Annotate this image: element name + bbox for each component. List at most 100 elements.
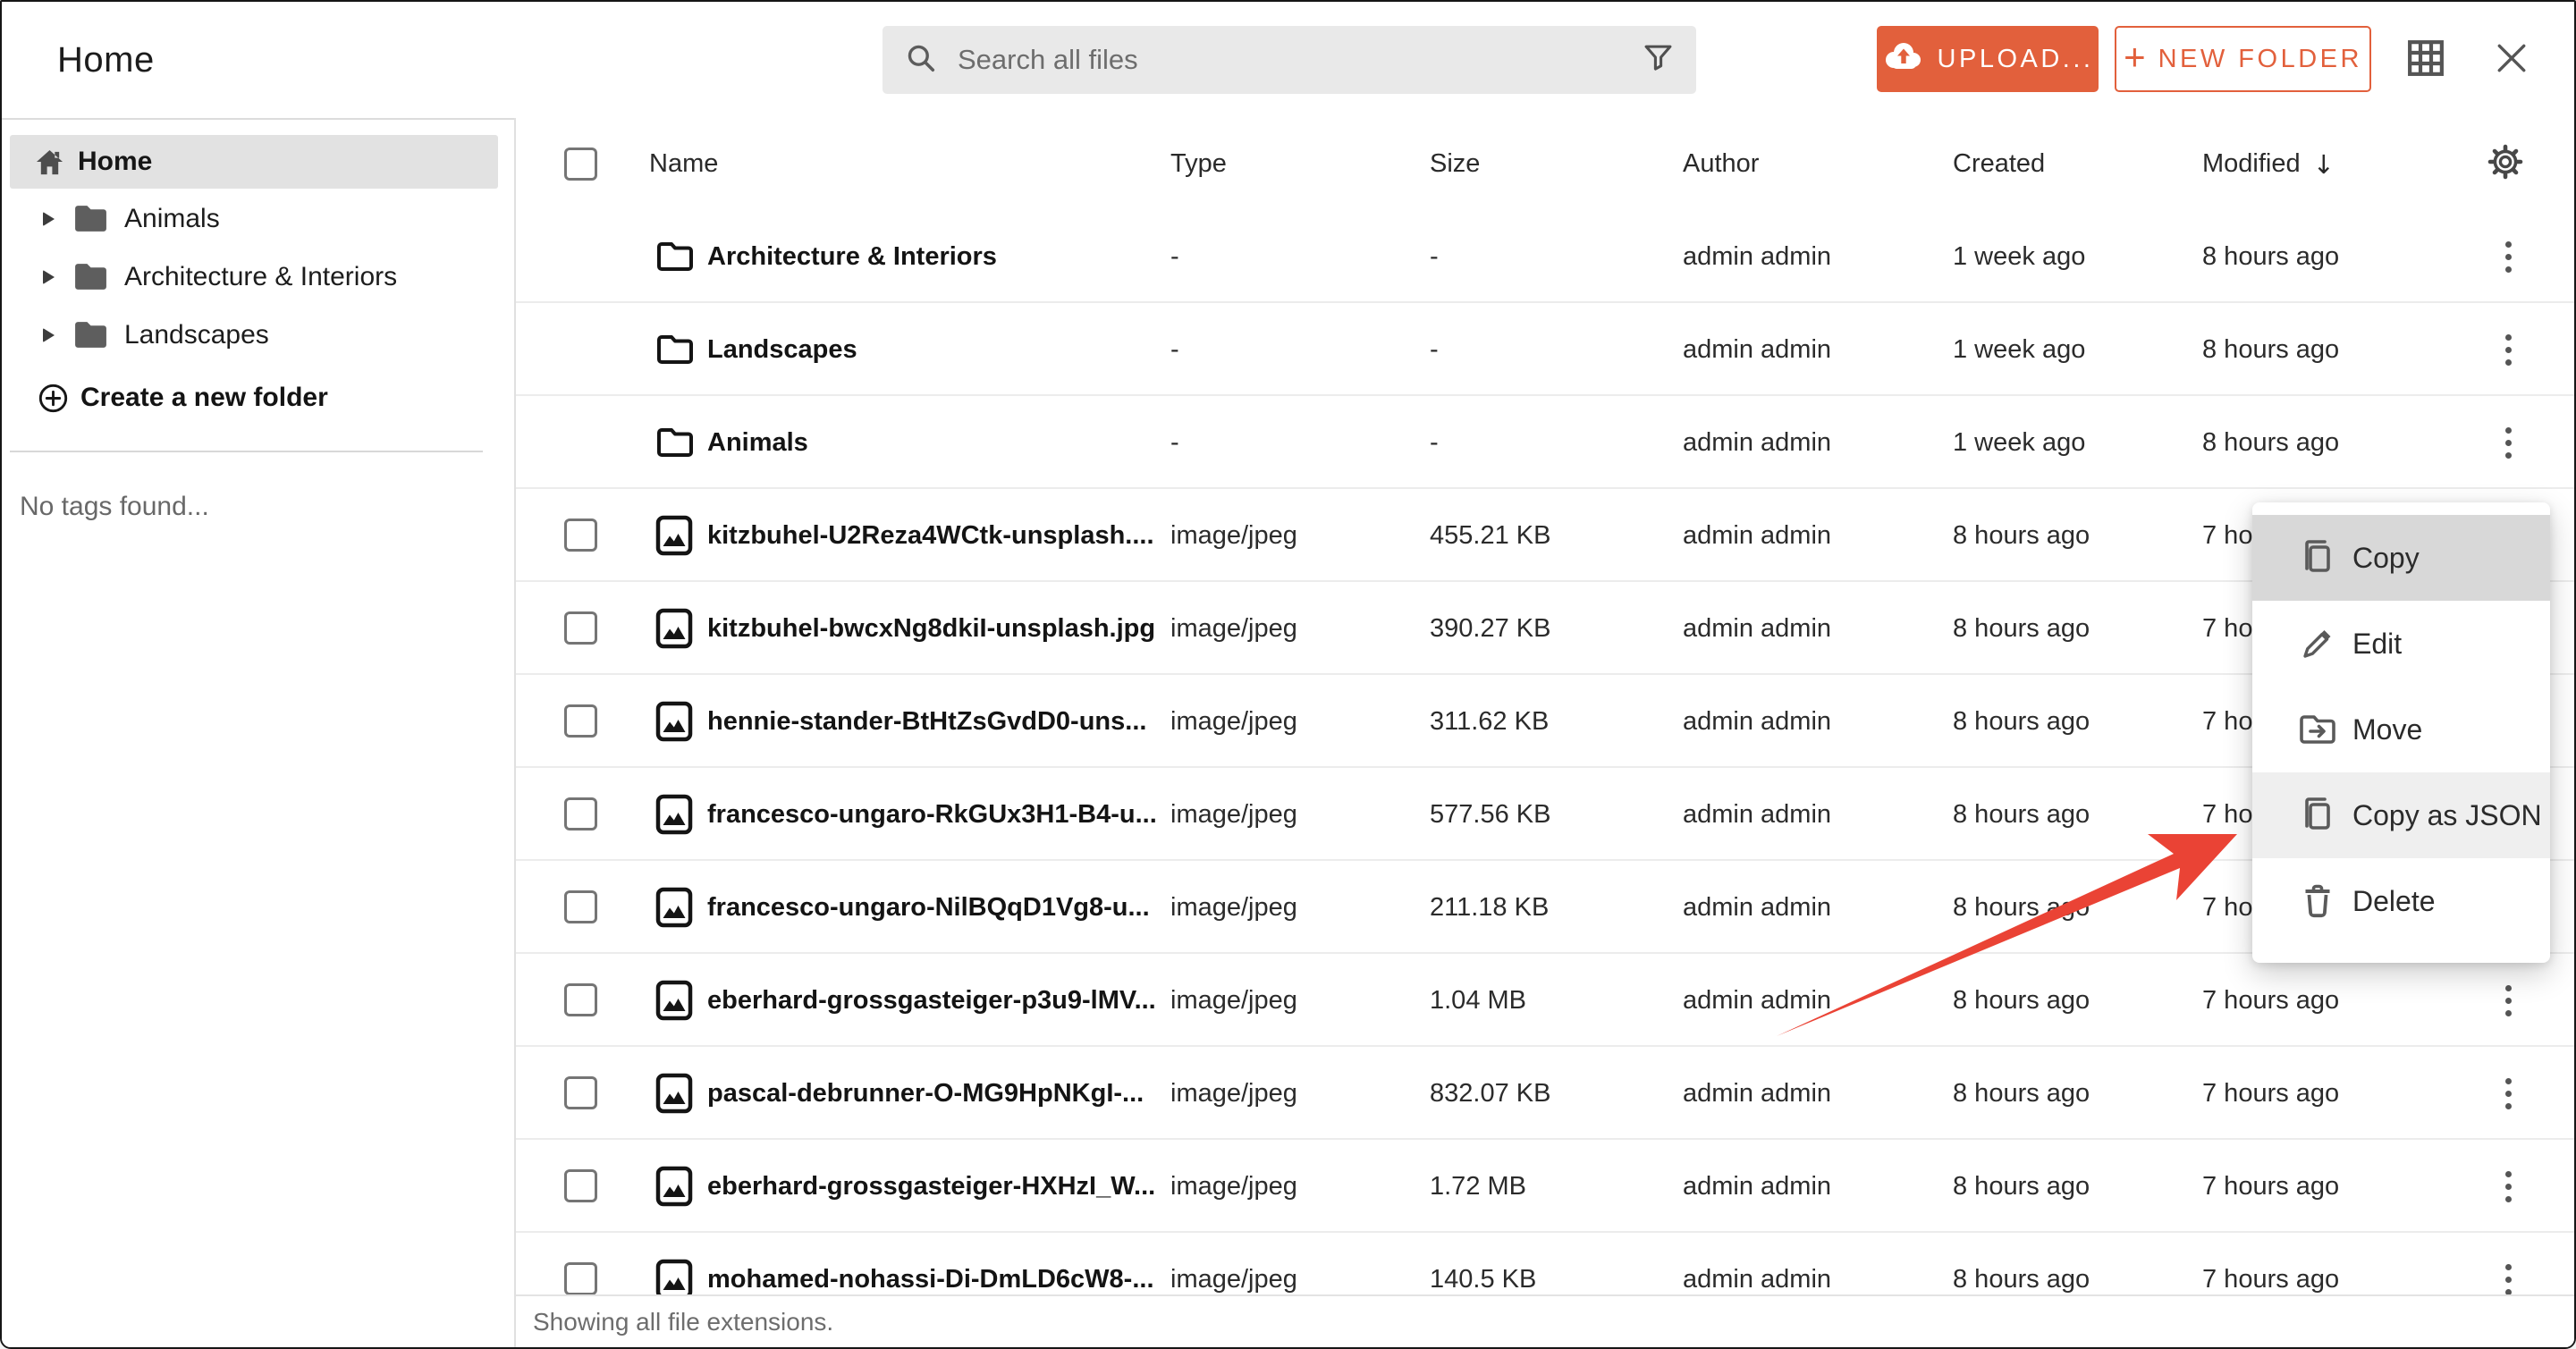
grid-view-button[interactable]: [2407, 41, 2445, 79]
cell-type: -: [1170, 396, 1179, 489]
row-checkbox[interactable]: [564, 611, 597, 645]
folder-icon: [655, 303, 695, 396]
row-actions-kebab-icon[interactable]: [2498, 396, 2519, 489]
create-folder-button[interactable]: Create a new folder: [2, 368, 514, 427]
cell-type: -: [1170, 210, 1179, 303]
row-actions-kebab-icon[interactable]: [2498, 210, 2519, 303]
sidebar: Home Animals Architecture & Interiors La…: [2, 118, 514, 1347]
table-header: Name Type Size Author Created Modified ↓: [516, 118, 2574, 212]
cell-type: image/jpeg: [1170, 861, 1297, 954]
cell-created: 8 hours ago: [1953, 861, 2090, 954]
cell-created: 8 hours ago: [1953, 489, 2090, 582]
cell-name: eberhard-grossgasteiger-HXHzI_W...: [707, 1140, 1159, 1233]
column-header-size[interactable]: Size: [1430, 118, 1480, 210]
folder-icon: [655, 210, 695, 303]
row-checkbox[interactable]: [564, 983, 597, 1016]
context-menu-item[interactable]: Move: [2252, 687, 2550, 772]
row-actions-kebab-icon[interactable]: [2498, 1140, 2519, 1233]
caret-right-icon[interactable]: [43, 328, 55, 342]
column-header-modified[interactable]: Modified ↓: [2202, 118, 2335, 210]
row-checkbox[interactable]: [564, 1076, 597, 1109]
table-row[interactable]: mohamed-nohassi-Di-DmLD6cW8-... image/jp…: [516, 1233, 2574, 1296]
sidebar-folder-item[interactable]: Architecture & Interiors: [2, 248, 514, 306]
column-header-author[interactable]: Author: [1683, 118, 1759, 210]
cell-type: image/jpeg: [1170, 954, 1297, 1047]
cell-author: admin admin: [1683, 303, 1831, 396]
column-header-created[interactable]: Created: [1953, 118, 2045, 210]
cell-author: admin admin: [1683, 582, 1831, 675]
cell-name: Landscapes: [707, 303, 1159, 396]
image-file-icon: [655, 582, 693, 675]
cell-created: 8 hours ago: [1953, 1140, 2090, 1233]
sidebar-home-label: Home: [78, 147, 152, 177]
folder-icon: [72, 319, 109, 350]
cell-type: -: [1170, 303, 1179, 396]
row-context-menu: Copy Edit Move Copy as JSON Delete: [2252, 502, 2550, 963]
plus-icon: +: [2124, 38, 2146, 76]
context-menu-item[interactable]: Copy: [2252, 515, 2550, 601]
cell-size: 140.5 KB: [1430, 1233, 1536, 1296]
close-button[interactable]: [2493, 41, 2530, 79]
cell-name: kitzbuhel-bwcxNg8dkiI-unsplash.jpg: [707, 582, 1159, 675]
cell-size: -: [1430, 396, 1439, 489]
sidebar-folder-item[interactable]: Landscapes: [2, 306, 514, 364]
table-row[interactable]: Architecture & Interiors - - admin admin…: [516, 210, 2574, 303]
sidebar-folder-item[interactable]: Animals: [2, 190, 514, 248]
cell-author: admin admin: [1683, 954, 1831, 1047]
cell-size: 1.72 MB: [1430, 1140, 1526, 1233]
close-icon: [2495, 41, 2529, 80]
cell-author: admin admin: [1683, 768, 1831, 861]
caret-right-icon[interactable]: [43, 270, 55, 284]
context-menu-item[interactable]: Copy as JSON: [2252, 772, 2550, 858]
top-bar: Home UPLOAD... + NEW FOLDER: [2, 2, 2574, 118]
row-actions-kebab-icon[interactable]: [2498, 1047, 2519, 1140]
cell-author: admin admin: [1683, 210, 1831, 303]
status-text: Showing all file extensions.: [533, 1308, 833, 1336]
status-bar: Showing all file extensions.: [516, 1294, 2574, 1347]
table-row[interactable]: eberhard-grossgasteiger-p3u9-lMV... imag…: [516, 954, 2574, 1047]
cell-type: image/jpeg: [1170, 1140, 1297, 1233]
filter-icon[interactable]: [1643, 44, 1673, 76]
context-menu-item[interactable]: Delete: [2252, 858, 2550, 944]
cell-type: image/jpeg: [1170, 768, 1297, 861]
table-row[interactable]: Landscapes - - admin admin 1 week ago 8 …: [516, 303, 2574, 396]
image-file-icon: [655, 675, 693, 768]
column-header-type[interactable]: Type: [1170, 118, 1227, 210]
folder-icon: [72, 261, 109, 292]
row-actions-kebab-icon[interactable]: [2498, 303, 2519, 396]
row-checkbox[interactable]: [564, 797, 597, 830]
search-bar[interactable]: [883, 26, 1696, 94]
row-checkbox[interactable]: [564, 890, 597, 923]
search-input[interactable]: [956, 43, 1643, 77]
context-menu-item[interactable]: Edit: [2252, 601, 2550, 687]
sidebar-folder-label: Architecture & Interiors: [124, 262, 397, 292]
caret-right-icon[interactable]: [43, 212, 55, 226]
table-row[interactable]: Animals - - admin admin 1 week ago 8 hou…: [516, 396, 2574, 489]
cell-created: 8 hours ago: [1953, 1047, 2090, 1140]
table-row[interactable]: pascal-debrunner-O-MG9HpNKgI-... image/j…: [516, 1047, 2574, 1140]
cell-type: image/jpeg: [1170, 1233, 1297, 1296]
image-file-icon: [655, 861, 693, 954]
row-checkbox[interactable]: [564, 704, 597, 738]
trash-icon: [2297, 883, 2338, 919]
cell-type: image/jpeg: [1170, 582, 1297, 675]
sidebar-item-home[interactable]: Home: [10, 135, 498, 189]
column-header-name[interactable]: Name: [649, 118, 718, 210]
row-actions-kebab-icon[interactable]: [2498, 1233, 2519, 1296]
cell-name: Architecture & Interiors: [707, 210, 1159, 303]
row-checkbox[interactable]: [564, 1262, 597, 1295]
new-folder-button[interactable]: + NEW FOLDER: [2115, 26, 2371, 92]
select-all-checkbox[interactable]: [564, 148, 597, 181]
table-row[interactable]: eberhard-grossgasteiger-HXHzI_W... image…: [516, 1140, 2574, 1233]
copy-icon: [2297, 796, 2338, 835]
row-checkbox[interactable]: [564, 519, 597, 552]
cell-created: 8 hours ago: [1953, 768, 2090, 861]
cell-name: mohamed-nohassi-Di-DmLD6cW8-...: [707, 1233, 1159, 1296]
column-settings-button[interactable]: [2487, 118, 2523, 210]
upload-button-label: UPLOAD...: [1938, 45, 2094, 74]
row-actions-kebab-icon[interactable]: [2498, 954, 2519, 1047]
upload-button[interactable]: UPLOAD...: [1877, 26, 2099, 92]
cell-author: admin admin: [1683, 396, 1831, 489]
sidebar-divider: [10, 451, 483, 452]
row-checkbox[interactable]: [564, 1169, 597, 1202]
